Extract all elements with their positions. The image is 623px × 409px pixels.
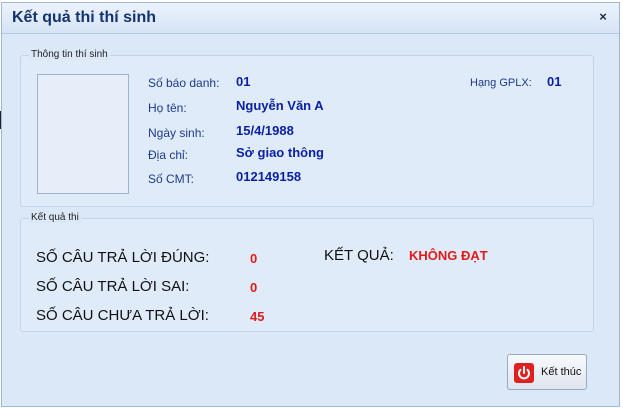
result-dialog: Kết quả thi thí sinh × Thông tin thí sin… — [1, 2, 620, 407]
close-icon[interactable]: × — [595, 9, 611, 25]
dia-chi-label: Địa chỉ: — [148, 148, 189, 162]
ho-ten-label: Họ tên: — [148, 101, 187, 115]
so-bao-danh-value: 01 — [236, 74, 251, 89]
ngay-sinh-value: 15/4/1988 — [236, 123, 294, 138]
outcome-value: KHÔNG ĐẠT — [409, 248, 488, 263]
hang-gplx-value: 01 — [547, 74, 562, 89]
so-bao-danh-label: Số báo danh: — [148, 76, 220, 90]
ho-ten-value: Nguyễn Văn A — [236, 98, 324, 113]
finish-button[interactable]: Kết thúc — [507, 354, 587, 390]
candidate-info-group: Thông tin thí sinh Số báo danh: 01 Họ tê… — [20, 49, 594, 207]
so-cmt-value: 012149158 — [236, 169, 302, 184]
so-cmt-label: Số CMT: — [148, 172, 195, 186]
dialog-title: Kết quả thi thí sinh — [12, 9, 156, 26]
outcome-label: KẾT QUẢ: — [324, 247, 394, 264]
candidate-info-label: Thông tin thí sinh — [29, 49, 110, 60]
title-bar: Kết quả thi thí sinh × — [2, 3, 619, 34]
exam-result-label: Kết quả thi — [29, 212, 81, 223]
correct-count-label: SỐ CÂU TRẢ LỜI ĐÚNG: — [36, 249, 210, 266]
exam-result-group: Kết quả thi SỐ CÂU TRẢ LỜI ĐÚNG: 0 SỐ CÂ… — [20, 212, 594, 332]
hang-gplx-label: Hạng GPLX: — [470, 77, 532, 89]
wrong-count-label: SỐ CÂU TRẢ LỜI SAI: — [36, 278, 190, 295]
power-icon — [514, 363, 534, 383]
finish-button-label: Kết thúc — [541, 366, 582, 378]
correct-count-value: 0 — [250, 251, 258, 266]
ngay-sinh-label: Ngày sinh: — [148, 126, 205, 140]
unanswered-count-label: SỐ CÂU CHƯA TRẢ LỜI: — [36, 307, 209, 324]
wrong-count-value: 0 — [250, 280, 258, 295]
unanswered-count-value: 45 — [250, 309, 265, 324]
dia-chi-value: Sở giao thông — [236, 145, 324, 160]
candidate-photo — [37, 74, 129, 194]
